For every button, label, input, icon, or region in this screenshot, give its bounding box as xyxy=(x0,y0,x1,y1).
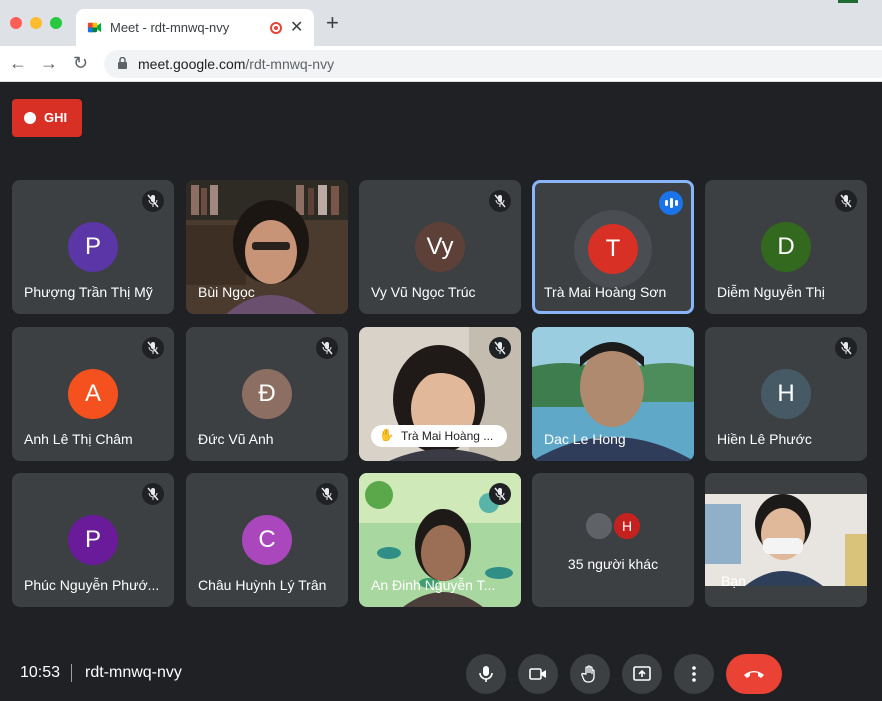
avatar: D xyxy=(761,222,811,272)
meeting-code: rdt-mnwq-nvy xyxy=(85,664,182,681)
muted-mic-icon xyxy=(316,337,338,359)
avatar: T xyxy=(588,224,638,274)
url-text: meet.google.com/rdt-mnwq-nvy xyxy=(138,56,334,72)
close-window-button[interactable] xyxy=(10,17,22,29)
muted-mic-icon xyxy=(835,337,857,359)
end-call-icon xyxy=(744,671,764,678)
participant-tile[interactable]: H Hiền Lê Phước xyxy=(705,327,867,461)
avatar: P xyxy=(68,515,118,565)
more-options-button[interactable] xyxy=(674,654,714,694)
participant-tile-video[interactable]: An Đinh Nguyễn T... xyxy=(359,473,521,607)
maximize-window-button[interactable] xyxy=(50,17,62,29)
meet-favicon-icon xyxy=(87,22,102,33)
window-edge xyxy=(838,0,858,3)
back-arrow-icon[interactable]: ← xyxy=(9,53,27,73)
reload-icon[interactable]: ↻ xyxy=(73,53,88,73)
participant-name: Bạn xyxy=(721,573,746,589)
muted-mic-icon xyxy=(489,483,511,505)
participant-name: Dac Le Hong xyxy=(544,431,626,447)
avatar: P xyxy=(68,222,118,272)
participant-tile[interactable]: Vy Vy Vũ Ngọc Trúc xyxy=(359,180,521,314)
muted-mic-icon xyxy=(142,483,164,505)
participant-name: Hiền Lê Phước xyxy=(717,431,812,447)
forward-arrow-icon[interactable]: → xyxy=(40,53,58,73)
participant-tile-active-speaker[interactable]: T Trà Mai Hoàng Sơn xyxy=(532,180,694,314)
participant-tile[interactable]: P Phúc Nguyễn Phướ... xyxy=(12,473,174,607)
participant-name: Châu Huỳnh Lý Trân xyxy=(198,577,327,593)
participant-tile-video[interactable]: Dac Le Hong xyxy=(532,327,694,461)
new-tab-button[interactable]: + xyxy=(326,12,339,34)
others-tile[interactable]: H 35 người khác xyxy=(532,473,694,607)
speaking-indicator-icon xyxy=(659,191,683,215)
avatar: H xyxy=(761,369,811,419)
participant-tile-video[interactable]: ✋ Trà Mai Hoàng ... xyxy=(359,327,521,461)
camera-button[interactable] xyxy=(518,654,558,694)
muted-mic-icon xyxy=(489,337,511,359)
avatar: Đ xyxy=(242,369,292,419)
muted-mic-icon xyxy=(142,190,164,212)
divider xyxy=(71,664,72,682)
browser-tab-bar: Meet - rdt-mnwq-nvy ✕ + xyxy=(0,0,882,46)
participant-tile-video[interactable]: Bùi Ngọc xyxy=(186,180,348,314)
url-path: /rdt-mnwq-nvy xyxy=(245,56,335,72)
participant-name: Diễm Nguyễn Thị xyxy=(717,284,825,300)
recording-indicator-icon xyxy=(270,22,282,34)
participant-name: Đức Vũ Anh xyxy=(198,431,274,447)
tab-title: Meet - rdt-mnwq-nvy xyxy=(110,20,230,35)
avatar: C xyxy=(242,515,292,565)
raise-hand-icon xyxy=(581,665,595,683)
close-tab-icon[interactable]: ✕ xyxy=(290,17,303,37)
end-call-button[interactable] xyxy=(726,654,782,694)
raised-hand-icon: ✋ xyxy=(379,428,394,442)
others-count: 35 người khác xyxy=(567,556,659,572)
participant-tile[interactable]: A Anh Lê Thị Châm xyxy=(12,327,174,461)
participant-name: Trà Mai Hoàng ... xyxy=(401,429,494,443)
muted-mic-icon xyxy=(489,190,511,212)
url-host: meet.google.com xyxy=(138,56,246,72)
raise-hand-button[interactable] xyxy=(570,654,610,694)
others-avatar-photo xyxy=(584,511,614,541)
participant-name: Vy Vũ Ngọc Trúc xyxy=(371,284,476,300)
muted-mic-icon xyxy=(316,483,338,505)
camera-icon xyxy=(529,668,546,680)
participant-tile[interactable]: C Châu Huỳnh Lý Trân xyxy=(186,473,348,607)
mic-icon xyxy=(479,666,493,682)
avatar: A xyxy=(68,369,118,419)
participant-name: Bùi Ngọc xyxy=(198,284,255,300)
participant-tile[interactable]: Đ Đức Vũ Anh xyxy=(186,327,348,461)
others-avatar: H xyxy=(612,511,642,541)
present-button[interactable] xyxy=(622,654,662,694)
record-dot-icon xyxy=(24,112,36,124)
browser-toolbar: ← → ↻ meet.google.com/rdt-mnwq-nvy xyxy=(0,46,882,82)
browser-tab[interactable]: Meet - rdt-mnwq-nvy ✕ xyxy=(76,9,314,46)
participant-tile[interactable]: D Diễm Nguyễn Thị xyxy=(705,180,867,314)
participant-name: Phúc Nguyễn Phướ... xyxy=(24,577,160,593)
participant-name: Phượng Trần Thị Mỹ xyxy=(24,284,153,300)
self-view-tile[interactable]: Bạn xyxy=(705,473,867,607)
minimize-window-button[interactable] xyxy=(30,17,42,29)
muted-mic-icon xyxy=(142,337,164,359)
participant-name: An Đinh Nguyễn T... xyxy=(371,577,496,593)
muted-mic-icon xyxy=(835,190,857,212)
participant-name: Trà Mai Hoàng Sơn xyxy=(544,284,667,300)
address-bar[interactable]: meet.google.com/rdt-mnwq-nvy xyxy=(104,50,882,78)
present-icon xyxy=(633,666,651,681)
avatar: Vy xyxy=(415,222,465,272)
more-icon xyxy=(692,666,696,682)
record-label: GHI xyxy=(44,110,68,125)
record-button[interactable]: GHI xyxy=(12,99,82,137)
meeting-time: 10:53 xyxy=(20,664,61,681)
mic-button[interactable] xyxy=(466,654,506,694)
lock-icon xyxy=(118,57,127,69)
participant-tile[interactable]: P Phượng Trần Thị Mỹ xyxy=(12,180,174,314)
participant-name: Anh Lê Thị Châm xyxy=(24,431,133,447)
raised-hand-chip: ✋ Trà Mai Hoàng ... xyxy=(371,425,507,447)
